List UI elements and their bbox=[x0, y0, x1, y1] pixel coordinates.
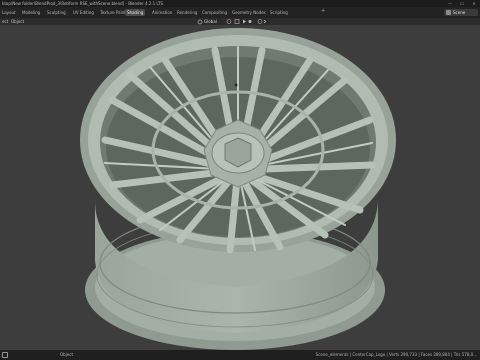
scene-icon bbox=[446, 10, 451, 15]
tab-texture-paint[interactable]: Texture Paint bbox=[98, 9, 128, 16]
snap-pivot-group[interactable] bbox=[225, 18, 253, 25]
tab-compositing[interactable]: Compositing bbox=[200, 9, 229, 16]
tab-shading[interactable]: Shading bbox=[125, 9, 146, 16]
tab-uv-editing[interactable]: UV Editing bbox=[71, 9, 96, 16]
tab-sculpting[interactable]: Sculpting bbox=[45, 9, 68, 16]
maximize-button[interactable]: ☐ bbox=[456, 0, 468, 7]
wheel-render bbox=[80, 28, 396, 350]
proportional-icon bbox=[257, 19, 267, 24]
tab-modeling[interactable]: Modeling bbox=[20, 9, 42, 16]
window-title: ktop\New folder\BlendProd_3\Rotiform RSE… bbox=[2, 1, 164, 6]
valve-hole bbox=[234, 83, 238, 87]
orientation-label: Global bbox=[204, 19, 217, 24]
status-bar: Object Scene_elements | CenterCap_Logo |… bbox=[0, 350, 480, 360]
status-mode: Object bbox=[60, 352, 74, 357]
tab-rendering[interactable]: Rendering bbox=[175, 9, 199, 16]
proportional-editing[interactable] bbox=[256, 18, 268, 25]
tab-layout[interactable]: Layout bbox=[0, 9, 18, 16]
tab-animation[interactable]: Animation bbox=[150, 9, 174, 16]
add-workspace-button[interactable]: + bbox=[321, 8, 325, 14]
mode-menu[interactable]: ect bbox=[2, 18, 8, 25]
minimize-button[interactable]: — bbox=[444, 0, 456, 7]
orientation-dropdown[interactable]: Global bbox=[196, 18, 222, 25]
3d-viewport[interactable] bbox=[0, 25, 480, 350]
scene-stats: Scene_elements | CenterCap_Logo | Verts … bbox=[315, 352, 477, 357]
center-cap bbox=[224, 137, 252, 168]
workspace-bar: Layout Modeling Sculpting UV Editing Tex… bbox=[0, 7, 480, 18]
close-button[interactable]: ✕ bbox=[468, 0, 480, 7]
tab-scripting[interactable]: Scripting bbox=[268, 9, 290, 16]
orientation-icon bbox=[197, 19, 203, 24]
window-title-bar: ktop\New folder\BlendProd_3\Rotiform RSE… bbox=[0, 0, 480, 7]
scene-selector[interactable]: Scene bbox=[444, 9, 478, 16]
scene-name: Scene bbox=[453, 10, 466, 15]
tab-geometry-nodes[interactable]: Geometry Nodes bbox=[230, 9, 268, 16]
snap-icons bbox=[226, 19, 252, 24]
object-menu[interactable]: Object bbox=[11, 18, 24, 25]
mouse-icon bbox=[2, 352, 8, 358]
